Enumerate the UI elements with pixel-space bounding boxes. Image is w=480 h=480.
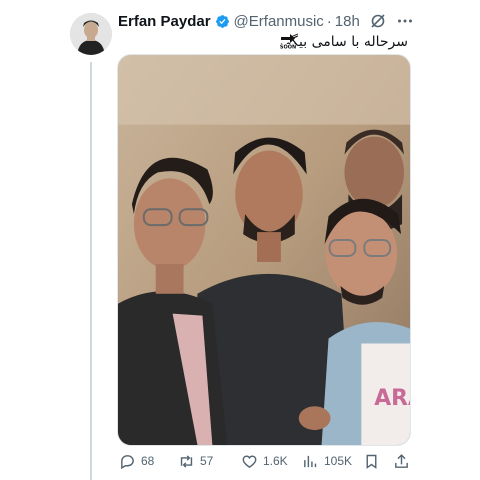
tweet-actions: 68 57 1.6K 105K xyxy=(117,450,411,472)
share-button[interactable] xyxy=(393,450,410,472)
tweet-timestamp[interactable]: 18h xyxy=(335,13,360,30)
retweet-icon xyxy=(180,454,193,468)
views-chart-icon xyxy=(304,455,317,467)
svg-text:ARA: ARA xyxy=(374,386,410,411)
retweet-count: 57 xyxy=(200,454,214,468)
author-avatar[interactable] xyxy=(70,13,112,55)
tweet-photo[interactable]: ARA xyxy=(117,54,411,446)
reply-count: 68 xyxy=(141,454,155,468)
verified-badge-icon xyxy=(215,14,230,29)
like-count: 1.6K xyxy=(263,454,288,468)
reply-button[interactable]: 68 xyxy=(119,450,154,472)
more-options-icon[interactable] xyxy=(396,12,414,30)
tweet-header: Erfan Paydar @Erfanmusic · 18h xyxy=(118,11,360,31)
separator-dot: · xyxy=(326,12,332,30)
soon-arrow-emoji-icon: SOON xyxy=(278,31,298,51)
views-button[interactable]: 105K xyxy=(302,450,352,472)
retweet-button[interactable]: 57 xyxy=(178,450,213,472)
group-photo-image: ARA xyxy=(118,55,410,445)
author-handle[interactable]: @Erfanmusic xyxy=(234,13,324,30)
grok-icon[interactable] xyxy=(369,12,387,30)
thread-line xyxy=(90,62,92,480)
svg-text:SOON: SOON xyxy=(280,45,296,51)
heart-icon xyxy=(242,454,257,468)
like-button[interactable]: 1.6K xyxy=(241,450,288,472)
share-icon xyxy=(395,453,408,468)
bookmark-icon xyxy=(366,454,377,469)
views-count: 105K xyxy=(324,454,353,468)
author-name[interactable]: Erfan Paydar xyxy=(118,13,211,30)
bookmark-button[interactable] xyxy=(363,450,380,472)
tweet-text: سرحاله با سامی بیگی xyxy=(279,34,408,50)
avatar-image xyxy=(70,13,112,55)
reply-icon xyxy=(121,454,134,469)
